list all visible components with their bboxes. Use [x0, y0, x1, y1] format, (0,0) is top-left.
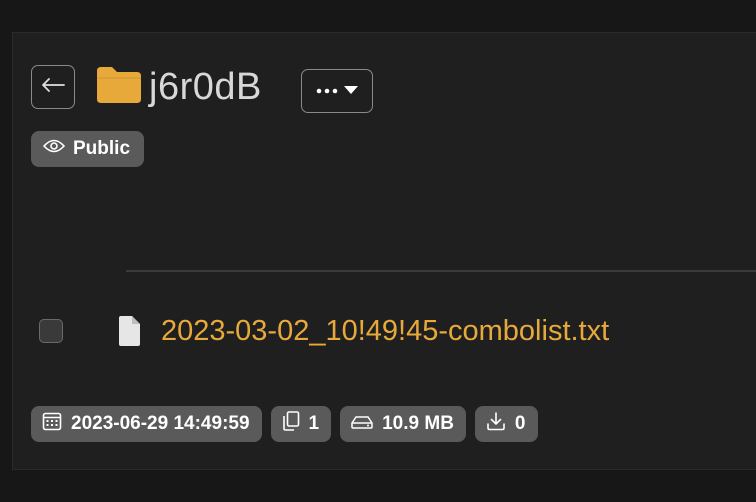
size-value: 10.9 MB — [382, 413, 454, 434]
folder-title: j6r0dB — [149, 66, 262, 108]
file-count-badge: 1 — [270, 406, 332, 442]
file-link[interactable]: 2023-03-02_10!49!45-combolist.txt — [161, 313, 609, 349]
folder-icon — [95, 65, 143, 110]
eye-icon — [42, 138, 66, 160]
folder-actions-dropdown[interactable] — [301, 69, 373, 113]
document-icon — [117, 315, 141, 352]
arrow-left-icon — [41, 77, 65, 98]
list-divider — [126, 270, 756, 272]
file-count-value: 1 — [308, 413, 320, 434]
calendar-icon — [42, 411, 62, 437]
folder-meta: 2023-06-29 14:49:59 1 10.9 MB 0 — [31, 406, 538, 442]
download-icon — [486, 411, 506, 437]
date-badge: 2023-06-29 14:49:59 — [31, 406, 262, 442]
downloads-badge: 0 — [474, 406, 538, 442]
folder-panel: j6r0dB Public 2023-03-02_10!49!45-combol… — [12, 32, 756, 470]
drive-icon — [351, 413, 373, 435]
ellipsis-icon — [315, 82, 339, 100]
back-button[interactable] — [31, 65, 75, 109]
downloads-value: 0 — [514, 413, 526, 434]
files-icon — [282, 411, 300, 437]
visibility-label: Public — [73, 138, 131, 159]
file-select-checkbox[interactable] — [39, 319, 63, 343]
visibility-badge: Public — [31, 131, 145, 167]
size-badge: 10.9 MB — [340, 406, 466, 442]
caret-down-icon — [343, 82, 359, 100]
date-value: 2023-06-29 14:49:59 — [71, 413, 250, 434]
